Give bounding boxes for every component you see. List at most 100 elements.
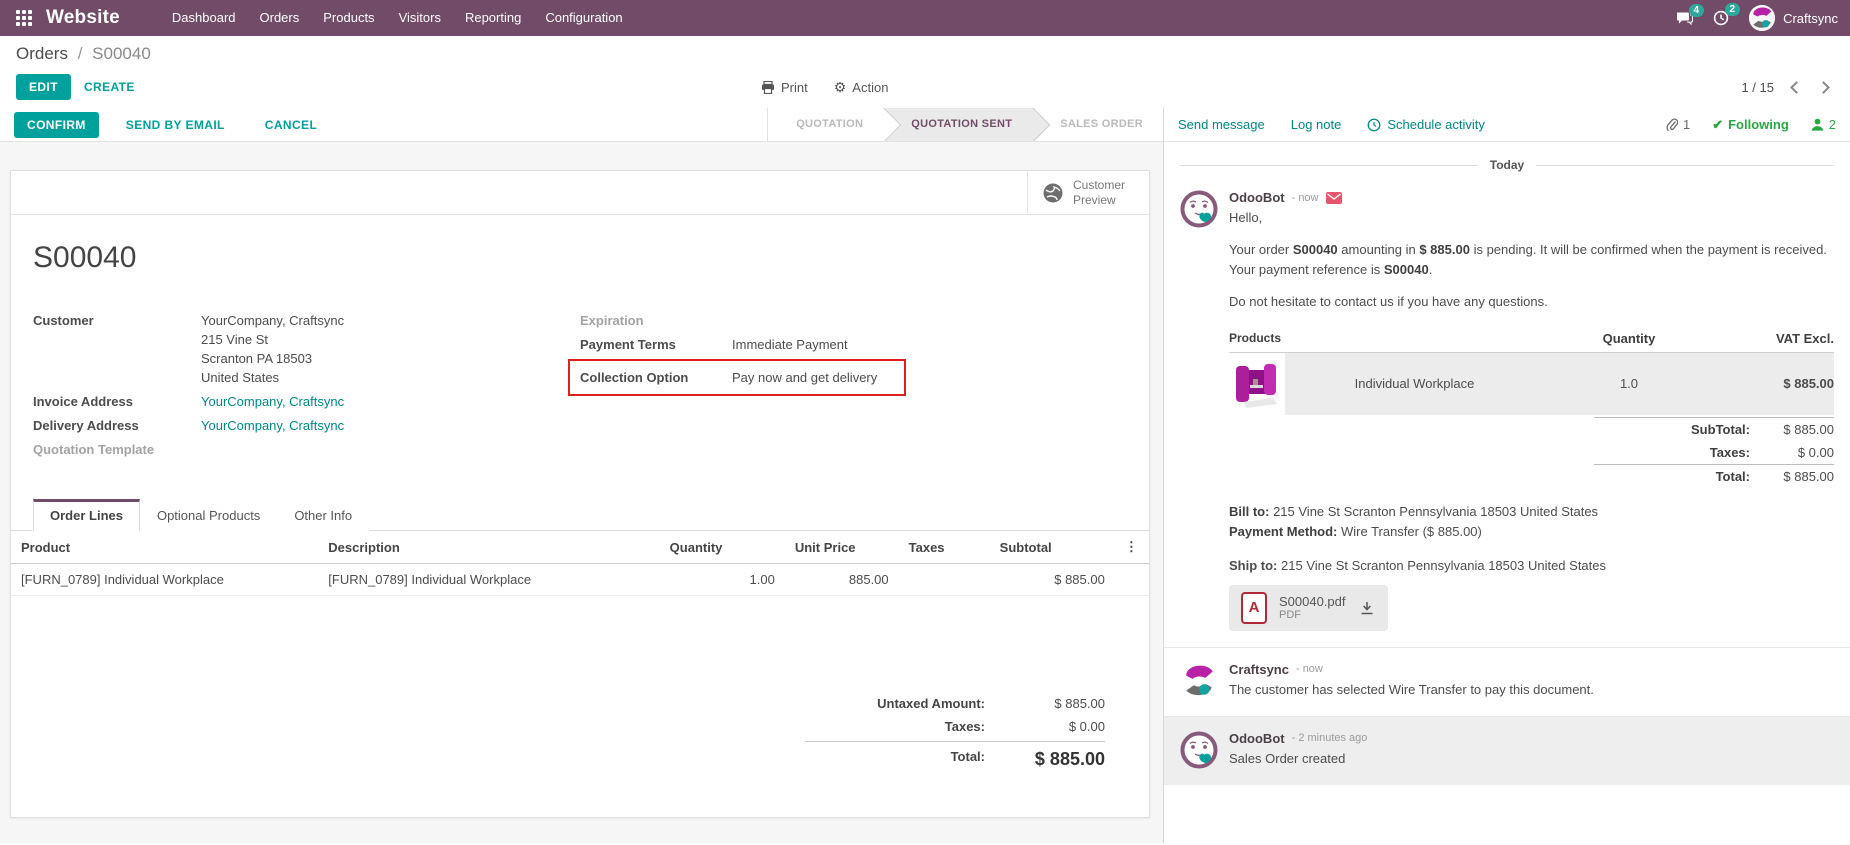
customer-link[interactable]: YourCompany, Craftsync	[201, 311, 344, 330]
user-avatar	[1749, 5, 1775, 31]
create-button[interactable]: CREATE	[71, 74, 148, 100]
untaxed-amount-row: Untaxed Amount: $ 885.00	[805, 692, 1105, 715]
print-button[interactable]: Print	[761, 80, 808, 95]
top-navbar: Website Dashboard Orders Products Visito…	[0, 0, 1850, 36]
pt-product-name: Individual Workplace	[1285, 376, 1544, 391]
order-form-sheet: Customer Preview S00040 Customer YourCom…	[10, 170, 1150, 818]
message-odoobot-pending: OdooBot - now Hello, Your order S00040 a…	[1164, 176, 1850, 647]
confirm-button[interactable]: CONFIRM	[14, 112, 99, 138]
pt-header-vat: VAT Excl.	[1714, 331, 1834, 346]
menu-dashboard[interactable]: Dashboard	[160, 0, 248, 36]
chatter-toolbar: Send message Log note Schedule activity …	[1163, 108, 1850, 141]
message-body: Sales Order created	[1229, 749, 1834, 769]
taxes-row: Taxes: $ 0.00	[805, 715, 1105, 738]
send-message-button[interactable]: Send message	[1178, 117, 1265, 132]
stage-quotation[interactable]: QUOTATION	[768, 108, 883, 141]
product-image	[1229, 353, 1285, 415]
odoobot-avatar	[1180, 190, 1218, 228]
edit-button[interactable]: EDIT	[16, 74, 71, 100]
messages-icon[interactable]: 4	[1676, 11, 1693, 26]
breadcrumb-orders-link[interactable]: Orders	[16, 44, 68, 63]
delivery-address-link[interactable]: YourCompany, Craftsync	[201, 416, 344, 435]
message-author[interactable]: OdooBot	[1229, 731, 1285, 746]
apps-menu-icon[interactable]	[16, 10, 32, 26]
user-menu[interactable]: Craftsync	[1749, 5, 1838, 31]
cancel-button[interactable]: CANCEL	[252, 112, 330, 138]
action-menu-button[interactable]: ⚙ Action	[834, 79, 889, 96]
send-by-email-button[interactable]: SEND BY EMAIL	[113, 112, 238, 138]
following-button[interactable]: ✔ Following	[1712, 117, 1789, 133]
order-title: S00040	[33, 241, 1127, 275]
attachments-button[interactable]: 1	[1666, 117, 1690, 132]
user-name: Craftsync	[1783, 11, 1838, 26]
followers-button[interactable]: 2	[1811, 117, 1836, 132]
check-icon: ✔	[1712, 117, 1723, 133]
stage-pipeline: QUOTATION QUOTATION SENT SALES ORDER	[767, 108, 1163, 141]
stage-quotation-sent[interactable]: QUOTATION SENT	[883, 108, 1032, 141]
actions-row: EDIT CREATE Print ⚙ Action 1 / 15	[16, 72, 1834, 102]
menu-reporting[interactable]: Reporting	[453, 0, 533, 36]
paperclip-icon	[1666, 118, 1678, 132]
col-header-unit-price: Unit Price	[785, 531, 899, 564]
breadcrumb: Orders / S00040	[16, 44, 1834, 64]
message-author[interactable]: OdooBot	[1229, 190, 1285, 205]
email-icon	[1326, 192, 1342, 204]
col-header-taxes: Taxes	[899, 531, 990, 564]
control-panel: Orders / S00040 EDIT CREATE Print ⚙ Acti…	[0, 36, 1850, 108]
menu-orders[interactable]: Orders	[248, 0, 312, 36]
tab-other-info[interactable]: Other Info	[277, 499, 369, 531]
col-header-quantity: Quantity	[660, 531, 785, 564]
pt-product-row: Individual Workplace 1.0 $ 885.00	[1229, 353, 1834, 415]
address-line: United States	[201, 368, 344, 387]
optional-columns-icon[interactable]: ⋮	[1115, 531, 1149, 564]
payment-terms-value: Immediate Payment	[732, 335, 848, 354]
main-menu: Dashboard Orders Products Visitors Repor…	[160, 0, 635, 36]
pt-header-products: Products	[1229, 331, 1544, 346]
pager-previous-button[interactable]	[1790, 81, 1803, 94]
field-invoice-address: Invoice Address YourCompany, Craftsync	[33, 392, 580, 411]
pt-total-row: Total: $ 885.00	[1594, 464, 1834, 488]
clock-icon	[1367, 118, 1381, 132]
shipping-info: Ship to: 215 Vine St Scranton Pennsylvan…	[1229, 558, 1834, 573]
chatter-panel: Today OdooBot -	[1163, 142, 1850, 843]
total-row: Total: $ 885.00	[805, 741, 1105, 774]
pager-next-button[interactable]	[1817, 81, 1830, 94]
tab-optional-products[interactable]: Optional Products	[140, 499, 277, 531]
status-bar: CONFIRM SEND BY EMAIL CANCEL QUOTATION Q…	[0, 108, 1850, 142]
field-delivery-address: Delivery Address YourCompany, Craftsync	[33, 416, 580, 435]
sheet-top-strip: Customer Preview	[11, 171, 1149, 215]
stage-sales-order[interactable]: SALES ORDER	[1032, 108, 1163, 141]
message-body: Hello, Your order S00040 amounting in $ …	[1229, 208, 1834, 313]
customer-preview-button[interactable]: Customer Preview	[1027, 171, 1149, 214]
globe-icon	[1042, 182, 1064, 204]
invoice-address-link[interactable]: YourCompany, Craftsync	[201, 392, 344, 411]
activities-badge: 2	[1725, 3, 1741, 16]
download-button[interactable]	[1358, 599, 1376, 617]
message-body: The customer has selected Wire Transfer …	[1229, 680, 1834, 700]
pager: 1 / 15	[1741, 80, 1828, 95]
notebook-tabs: Order Lines Optional Products Other Info	[11, 498, 1149, 531]
form-view-zone: Customer Preview S00040 Customer YourCom…	[0, 142, 1163, 843]
app-name[interactable]: Website	[46, 7, 120, 29]
menu-visitors[interactable]: Visitors	[387, 0, 453, 36]
collection-option-highlight: Collection Option Pay now and get delive…	[568, 359, 906, 396]
menu-products[interactable]: Products	[311, 0, 386, 36]
fields-left-column: Customer YourCompany, Craftsync 215 Vine…	[33, 311, 580, 464]
order-line-row[interactable]: [FURN_0789] Individual Workplace [FURN_0…	[11, 564, 1149, 596]
attachment-card[interactable]: A S00040.pdf PDF	[1229, 585, 1388, 631]
activities-icon[interactable]: 2	[1713, 10, 1729, 26]
menu-configuration[interactable]: Configuration	[533, 0, 634, 36]
tab-order-lines[interactable]: Order Lines	[33, 499, 140, 531]
schedule-activity-button[interactable]: Schedule activity	[1367, 117, 1485, 132]
message-products-table: Products Quantity VAT Excl.	[1229, 325, 1834, 488]
pt-subtotal-row: SubTotal: $ 885.00	[1594, 417, 1834, 441]
collection-option-value: Pay now and get delivery	[732, 370, 877, 385]
message-author[interactable]: Craftsync	[1229, 662, 1289, 677]
breadcrumb-current: S00040	[92, 44, 151, 63]
address-line: Scranton PA 18503	[201, 349, 344, 368]
message-time: - now	[1292, 192, 1319, 204]
field-payment-terms: Payment Terms Immediate Payment	[580, 335, 1127, 354]
log-note-button[interactable]: Log note	[1291, 117, 1342, 132]
cell-quantity: 1.00	[660, 564, 785, 596]
cell-taxes	[899, 564, 990, 596]
